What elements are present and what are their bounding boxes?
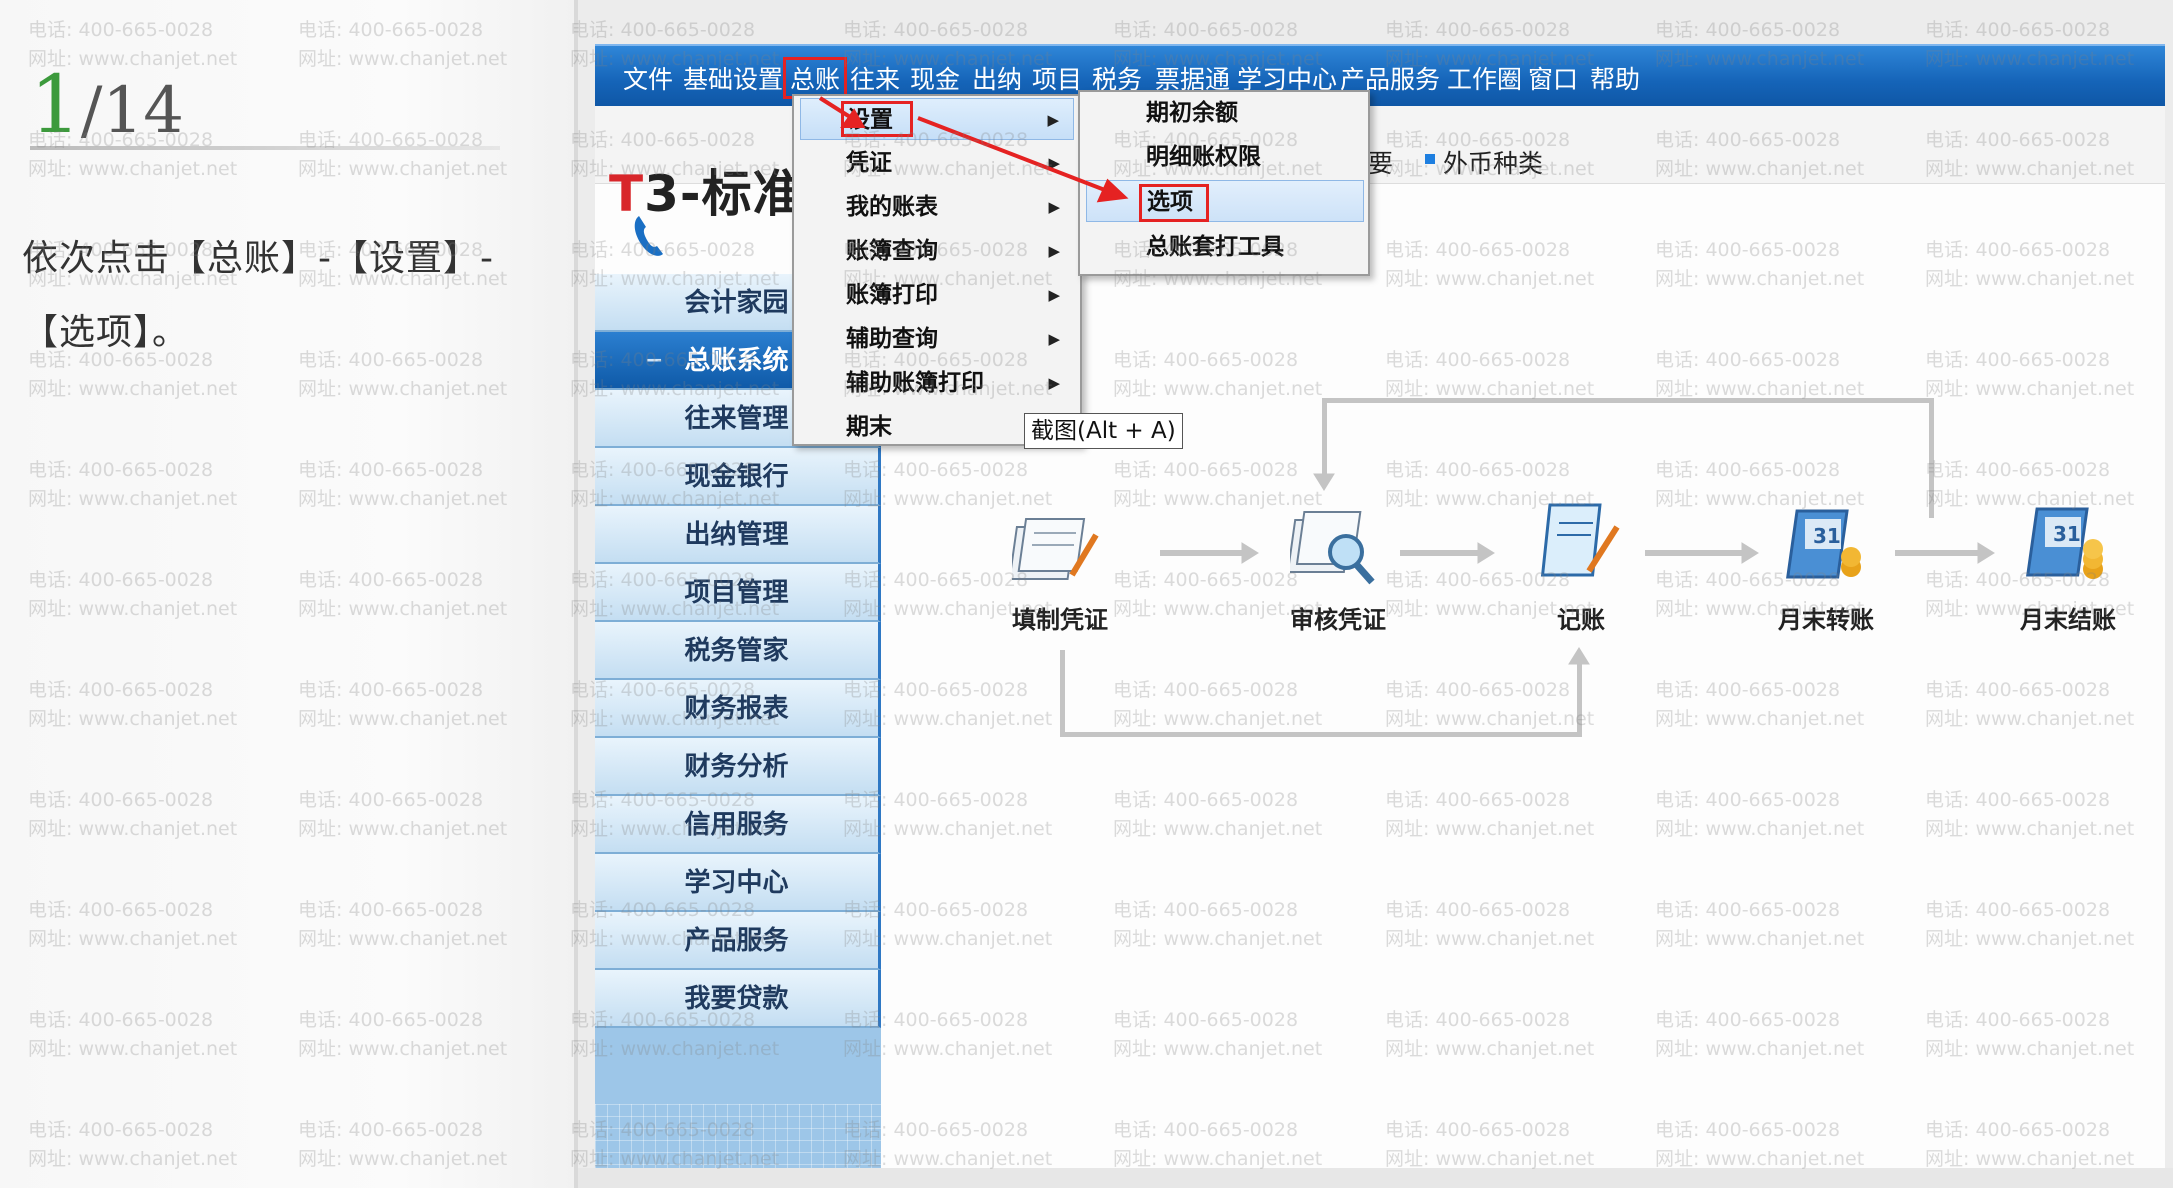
submenu-arrow-icon: ▶ [1048,374,1060,392]
flow-node-voucher-entry[interactable]: 填制凭证 [1012,600,1108,635]
menu-item-my-reports[interactable]: 我的账表 ▶ [800,186,1074,228]
settings-submenu: 期初余额 明细账权限 选项 总账套打工具 [1078,90,1370,276]
voucher-review-icon[interactable] [1290,500,1380,590]
app-bottom-edge [578,1168,2173,1188]
posting-icon[interactable] [1535,495,1625,585]
submenu-arrow-icon: ▶ [1048,286,1060,304]
highlight-box-options [1139,184,1209,222]
submenu-arrow-icon: ▶ [1048,154,1060,172]
general-ledger-menu: 设置 ▶ 凭证 ▶ 我的账表 ▶ 账簿查询 ▶ 账簿打印 ▶ 辅助查询 ▶ 辅助账簿打印 ▶ … [792,94,1082,446]
menu-item-aux-query[interactable]: 辅助查询 ▶ [800,318,1074,360]
flow-node-voucher-review[interactable]: 审核凭证 [1290,600,1386,635]
submenu-arrow-icon: ▶ [1048,198,1060,216]
month-end-transfer-icon[interactable]: 31 [1785,497,1875,587]
month-end-close-icon[interactable]: 31 [2025,495,2115,585]
svg-text:31: 31 [2053,522,2081,546]
menu-item-ledger-query[interactable]: 账簿查询 ▶ [800,230,1074,272]
flow-node-posting[interactable]: 记账 [1557,600,1605,635]
submenu-arrow-icon: ▶ [1047,111,1059,129]
screenshot-tooltip: 截图(Alt + A) [1024,413,1183,449]
menu-item-detail-permissions[interactable]: 明细账权限 [1086,136,1364,178]
menu-item-voucher[interactable]: 凭证 ▶ [800,142,1074,184]
menu-item-print-tool[interactable]: 总账套打工具 [1086,226,1364,268]
menu-item-opening-balance[interactable]: 期初余额 [1086,92,1364,134]
svg-text:31: 31 [1813,524,1841,548]
menu-item-aux-ledger-print[interactable]: 辅助账簿打印 ▶ [800,362,1074,404]
voucher-entry-icon[interactable] [1012,505,1102,595]
flow-node-month-end-transfer[interactable]: 月末转账 [1778,600,1874,635]
flow-node-month-end-close[interactable]: 月末结账 [2020,600,2116,635]
submenu-arrow-icon: ▶ [1048,242,1060,260]
submenu-arrow-icon: ▶ [1048,330,1060,348]
menu-item-options[interactable]: 选项 [1086,180,1364,222]
highlight-box-settings [841,101,913,137]
menu-item-ledger-print[interactable]: 账簿打印 ▶ [800,274,1074,316]
